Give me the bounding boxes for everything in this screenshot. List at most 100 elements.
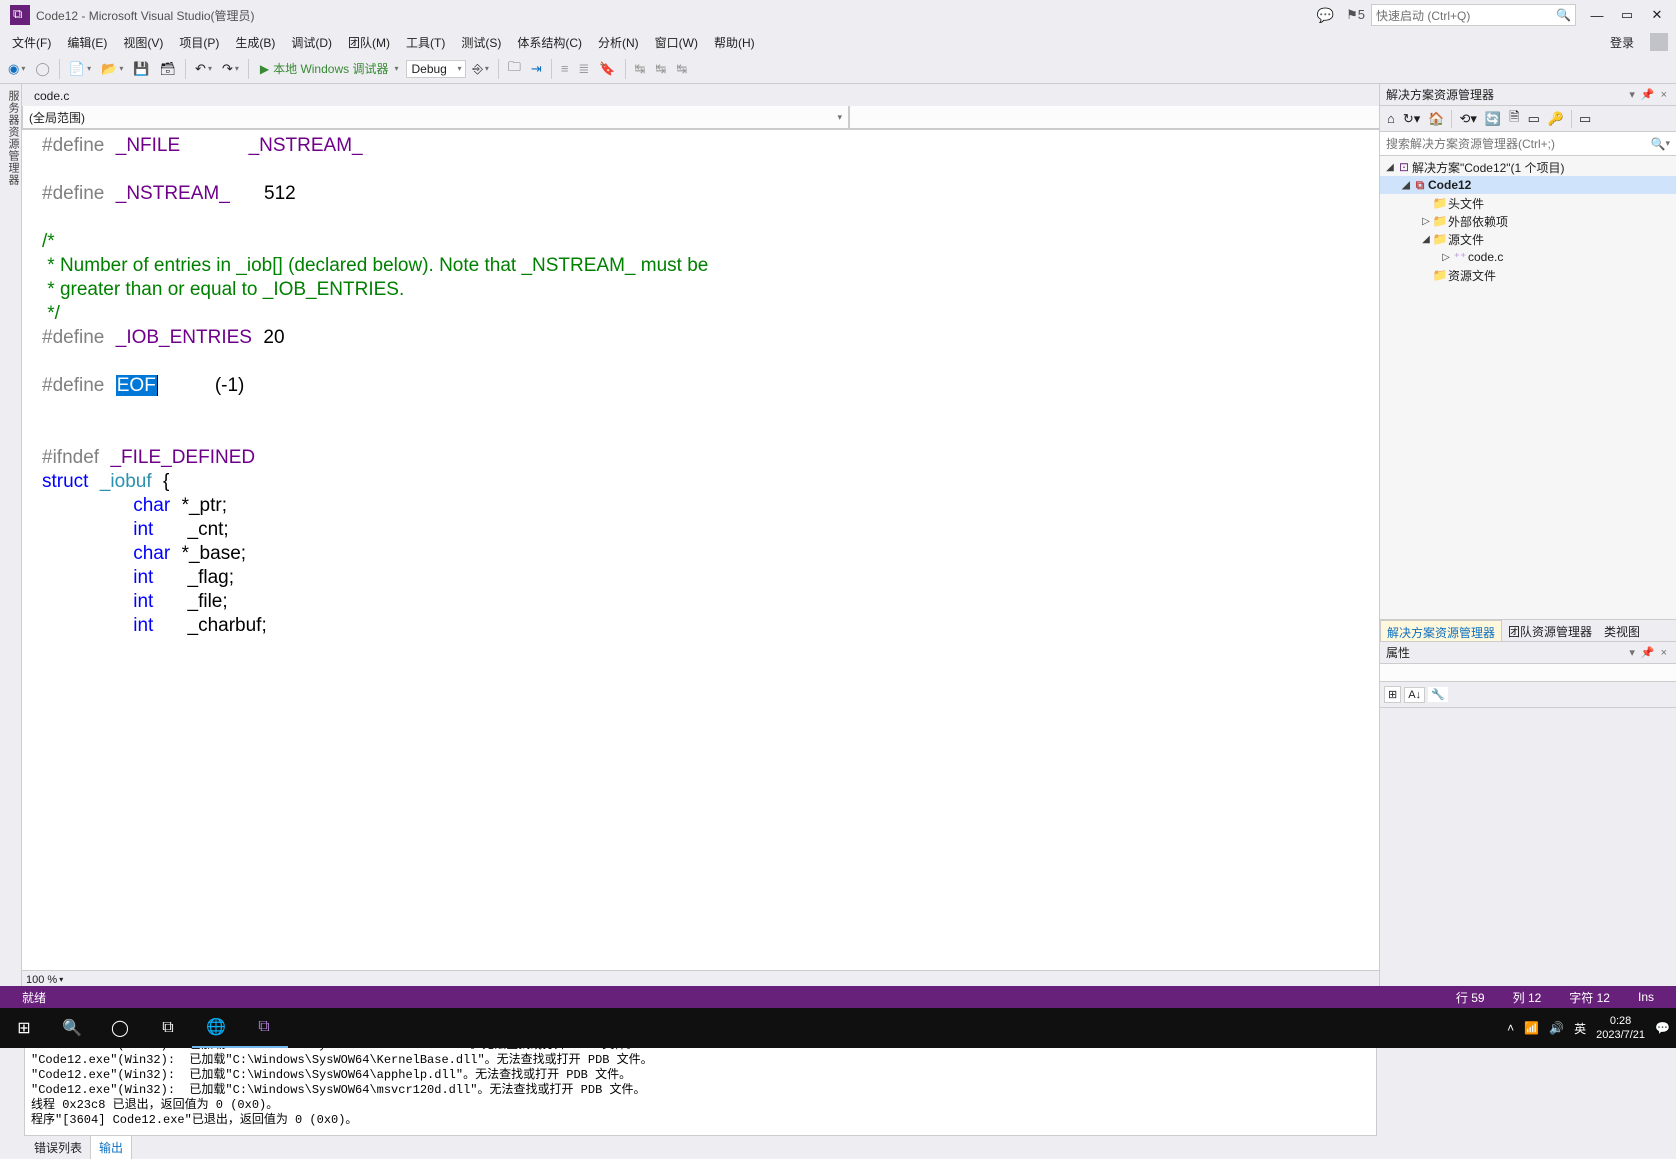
se-sync-icon[interactable]: ⟲▾ (1456, 109, 1479, 129)
scope-dropdown[interactable]: (全局范围)▾ (22, 106, 849, 129)
t: _FILE_DEFINED (110, 447, 255, 468)
t: 512 (264, 183, 296, 204)
save-button[interactable]: 💾 (129, 59, 153, 79)
tray-up-icon[interactable]: ˄ (1507, 1021, 1514, 1035)
se-showall-icon[interactable]: 🗎 (1506, 106, 1522, 132)
clock[interactable]: 0:282023/7/21 (1596, 1014, 1645, 1042)
notifications-flag[interactable]: ⚑5 (1340, 7, 1371, 23)
save-all-button[interactable]: 🗃 (156, 59, 181, 79)
quick-launch-input[interactable]: 快速启动 (Ctrl+Q) 🔍 (1371, 4, 1576, 26)
se-collapse-icon[interactable]: ▭ (1525, 109, 1543, 129)
bookmark-icon[interactable]: 🔖 (595, 59, 619, 79)
task-view-icon[interactable]: ⧉ (144, 1008, 192, 1048)
redo-button[interactable]: ↷▾ (218, 59, 243, 79)
menu-help[interactable]: 帮助(H) (706, 31, 763, 54)
tab-team-explorer[interactable]: 团队资源管理器 (1502, 620, 1598, 641)
menu-edit[interactable]: 编辑(E) (59, 31, 115, 54)
close-button[interactable]: ✕ (1642, 3, 1672, 27)
properties-body (1380, 708, 1676, 988)
search-icon: 🔍 (1556, 8, 1571, 22)
tab-code-c[interactable]: code.c (24, 86, 79, 106)
se-properties-icon[interactable]: 🔑 (1545, 109, 1567, 129)
comment-out-icon[interactable]: ≡ (557, 59, 573, 78)
windows-taskbar: ⊞ 🔍 ◯ ⧉ 🌐 ⧉ ˄ 📶 🔊 英 0:282023/7/21 💬 (0, 1008, 1676, 1048)
close-panel-icon[interactable]: × (1658, 89, 1670, 101)
menu-analyze[interactable]: 分析(N) (590, 31, 647, 54)
se-refresh-icon[interactable]: 🔄 (1482, 109, 1504, 129)
panel-menu-icon[interactable]: ▾ (1626, 88, 1638, 101)
status-ready: 就绪 (8, 989, 60, 1006)
tree-headers[interactable]: 📁头文件 (1380, 194, 1676, 212)
properties-panel: 属性 ▾ 📌 × ⊞ A↓ 🔧 (1380, 641, 1676, 988)
step-icon[interactable]: ⇥ (527, 59, 546, 79)
new-project-button[interactable]: 📄▾ (65, 59, 95, 79)
autohide-icon[interactable]: 📌 (1638, 88, 1658, 101)
wrench-icon[interactable]: 🔧 (1428, 687, 1448, 702)
volume-icon[interactable]: 🔊 (1549, 1021, 1564, 1035)
tab-class-view[interactable]: 类视图 (1598, 620, 1646, 641)
avatar-icon[interactable] (1650, 33, 1668, 51)
tree-solution-root[interactable]: ◢⊡解决方案"Code12"(1 个项目) (1380, 158, 1676, 176)
menu-view[interactable]: 视图(V) (115, 31, 171, 54)
maximize-button[interactable]: ▭ (1612, 3, 1642, 27)
se-back-icon[interactable]: ↻▾ (1400, 109, 1423, 129)
menu-test[interactable]: 测试(S) (453, 31, 509, 54)
tree-code-c[interactable]: ▷⁺⁺code.c (1380, 248, 1676, 266)
cortana-icon[interactable]: ◯ (96, 1008, 144, 1048)
search-button[interactable]: 🔍 (48, 1008, 96, 1048)
menu-architecture[interactable]: 体系结构(C) (509, 31, 590, 54)
ime-indicator[interactable]: 英 (1574, 1020, 1586, 1037)
tree-sources[interactable]: ◢📁源文件 (1380, 230, 1676, 248)
menu-project[interactable]: 项目(P) (171, 31, 227, 54)
toolbar-icon-c[interactable]: ↹ (672, 59, 691, 79)
solution-search-input[interactable] (1386, 137, 1651, 151)
sign-in-link[interactable]: 登录 (1602, 31, 1642, 54)
menu-debug[interactable]: 调试(D) (283, 31, 340, 54)
close-panel-icon[interactable]: × (1658, 647, 1670, 659)
left-tool-rail[interactable]: 服务器资源管理器 工具箱 (0, 84, 22, 988)
panel-menu-icon[interactable]: ▾ (1626, 646, 1638, 659)
visual-studio-icon[interactable]: ⧉ (240, 1008, 288, 1048)
undo-button[interactable]: ↶▾ (191, 59, 216, 79)
tree-resources[interactable]: 📁资源文件 (1380, 266, 1676, 284)
categorized-icon[interactable]: ⊞ (1384, 686, 1401, 703)
output-body[interactable]: "Code12.exe"(Win32): 已加载"C:\Windows\SysW… (24, 1035, 1377, 1136)
start-debug-button[interactable]: ▶本地 Windows 调试器▾ (254, 58, 405, 79)
chrome-icon[interactable]: 🌐 (192, 1008, 240, 1048)
toolbar-icon-a[interactable]: ↹ (631, 59, 650, 79)
menu-team[interactable]: 团队(M) (340, 31, 398, 54)
solution-search[interactable]: 🔍▾ (1380, 132, 1676, 156)
solution-tree[interactable]: ◢⊡解决方案"Code12"(1 个项目) ◢⧉Code12 📁头文件 ▷📁外部… (1380, 156, 1676, 619)
zoom-level[interactable]: 100 % (26, 974, 57, 986)
notifications-icon[interactable]: 💬 (1655, 1021, 1670, 1035)
uncomment-icon[interactable]: ≣ (574, 59, 593, 79)
system-tray[interactable]: ˄ 📶 🔊 英 0:282023/7/21 💬 (1507, 1014, 1676, 1042)
menu-file[interactable]: 文件(F) (4, 31, 59, 54)
tree-project[interactable]: ◢⧉Code12 (1380, 176, 1676, 194)
tree-external[interactable]: ▷📁外部依赖项 (1380, 212, 1676, 230)
start-button[interactable]: ⊞ (0, 1008, 48, 1048)
config-dropdown[interactable]: Debug▾ (406, 60, 466, 78)
open-file-button[interactable]: 📂▾ (97, 59, 127, 79)
menu-tools[interactable]: 工具(T) (398, 31, 453, 54)
se-home2-icon[interactable]: 🏠 (1425, 109, 1447, 129)
menu-build[interactable]: 生成(B) (227, 31, 283, 54)
platform-button[interactable]: ⎆▾ (468, 59, 492, 79)
tab-output[interactable]: 输出 (90, 1135, 132, 1159)
t: struct (42, 471, 88, 492)
menu-window[interactable]: 窗口(W) (647, 31, 706, 54)
autohide-icon[interactable]: 📌 (1638, 646, 1658, 659)
feedback-icon[interactable]: 💬 (1311, 7, 1340, 24)
wifi-icon[interactable]: 📶 (1524, 1021, 1539, 1035)
nav-back-button[interactable]: ◉▾ (4, 59, 29, 79)
tab-error-list[interactable]: 错误列表 (26, 1136, 90, 1159)
find-in-files-icon[interactable]: 🗀 (504, 56, 525, 82)
nav-forward-button[interactable]: ◯ (31, 59, 54, 79)
se-preview-icon[interactable]: ▭ (1576, 109, 1594, 129)
se-home-icon[interactable]: ⌂ (1384, 109, 1398, 128)
server-explorer-tab[interactable]: 服务器资源管理器 (5, 90, 21, 988)
alphabetical-icon[interactable]: A↓ (1404, 687, 1425, 703)
tab-solution-explorer[interactable]: 解决方案资源管理器 (1380, 620, 1502, 641)
minimize-button[interactable]: — (1582, 3, 1612, 27)
toolbar-icon-b[interactable]: ↹ (651, 59, 670, 79)
